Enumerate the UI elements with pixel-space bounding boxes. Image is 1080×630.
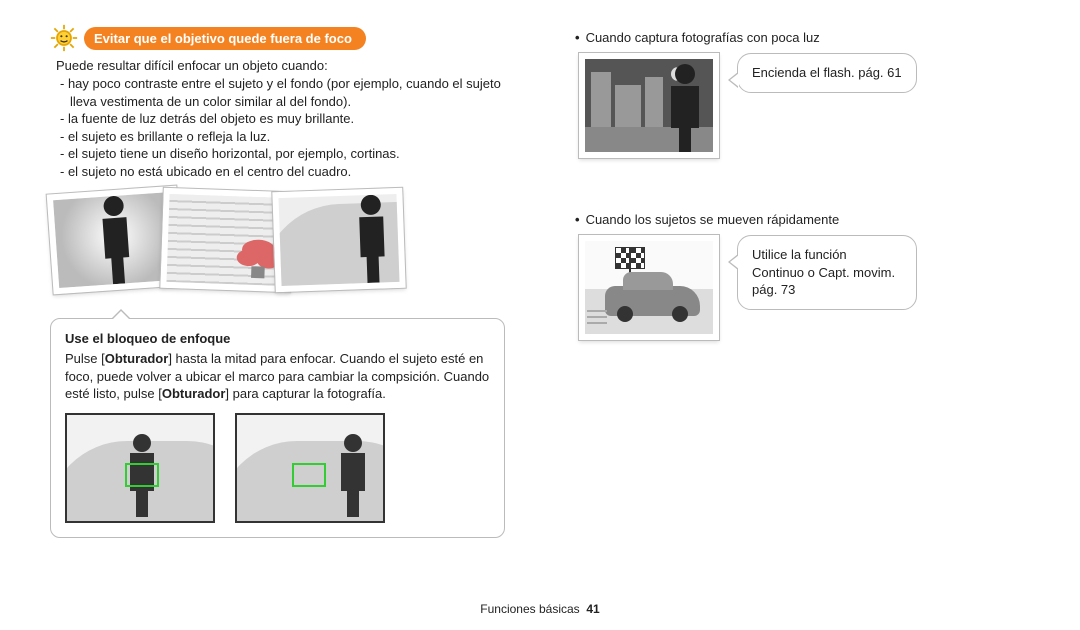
- example-photos: [50, 190, 505, 290]
- car-icon: [605, 286, 700, 316]
- focus-bold: Obturador: [105, 351, 169, 366]
- right-bullet-text: Cuando los sujetos se mueven rápidamente: [586, 212, 840, 227]
- sun-icon: [50, 24, 78, 52]
- bullet-item: el sujeto tiene un diseño horizontal, po…: [60, 145, 505, 163]
- tip-text: Utilice la función Continuo o Capt. movi…: [752, 247, 895, 297]
- page-footer: Funciones básicas 41: [0, 602, 1080, 616]
- focus-rectangle-icon: [125, 463, 159, 487]
- tip-text: Encienda el flash. pág. 61: [752, 65, 902, 80]
- bullet-item: la fuente de luz detrás del objeto es mu…: [60, 110, 505, 128]
- bullet-list: hay poco contraste entre el sujeto y el …: [60, 75, 505, 180]
- tip-bubble: Utilice la función Continuo o Capt. movi…: [737, 235, 917, 310]
- moving-subject-photo: [579, 235, 719, 340]
- focus-body: Pulse [Obturador] hasta la mitad para en…: [65, 350, 490, 403]
- focus-rectangle-icon: [292, 463, 326, 487]
- section-header: Evitar que el objetivo quede fuera de fo…: [50, 24, 505, 52]
- bullet-item: hay poco contraste entre el sujeto y el …: [60, 75, 505, 110]
- focus-example: [235, 413, 385, 523]
- focus-bold: Obturador: [162, 386, 226, 401]
- intro-text: Puede resultar difícil enfocar un objeto…: [56, 58, 505, 73]
- right-bullet-text: Cuando captura fotografías con poca luz: [586, 30, 820, 45]
- low-light-photo: [579, 53, 719, 158]
- footer-section: Funciones básicas: [480, 602, 579, 616]
- focus-title: Use el bloqueo de enfoque: [65, 331, 490, 346]
- bullet-dot-icon: •: [575, 30, 580, 45]
- bullet-item: el sujeto no está ubicado en el centro d…: [60, 163, 505, 181]
- footer-page-number: 41: [586, 602, 599, 616]
- right-bullet: • Cuando captura fotografías con poca lu…: [575, 30, 1030, 45]
- focus-text: ] para capturar la fotografía.: [225, 386, 385, 401]
- focus-lock-box: Use el bloqueo de enfoque Pulse [Obturad…: [50, 318, 505, 538]
- bullet-item: el sujeto es brillante o refleja la luz.: [60, 128, 505, 146]
- right-bullet: • Cuando los sujetos se mueven rápidamen…: [575, 212, 1030, 227]
- focus-example: [65, 413, 215, 523]
- tip-bubble: Encienda el flash. pág. 61: [737, 53, 917, 93]
- example-photo: [272, 188, 405, 292]
- section-title: Evitar que el objetivo quede fuera de fo…: [84, 27, 366, 50]
- focus-text: Pulse [: [65, 351, 105, 366]
- bullet-dot-icon: •: [575, 212, 580, 227]
